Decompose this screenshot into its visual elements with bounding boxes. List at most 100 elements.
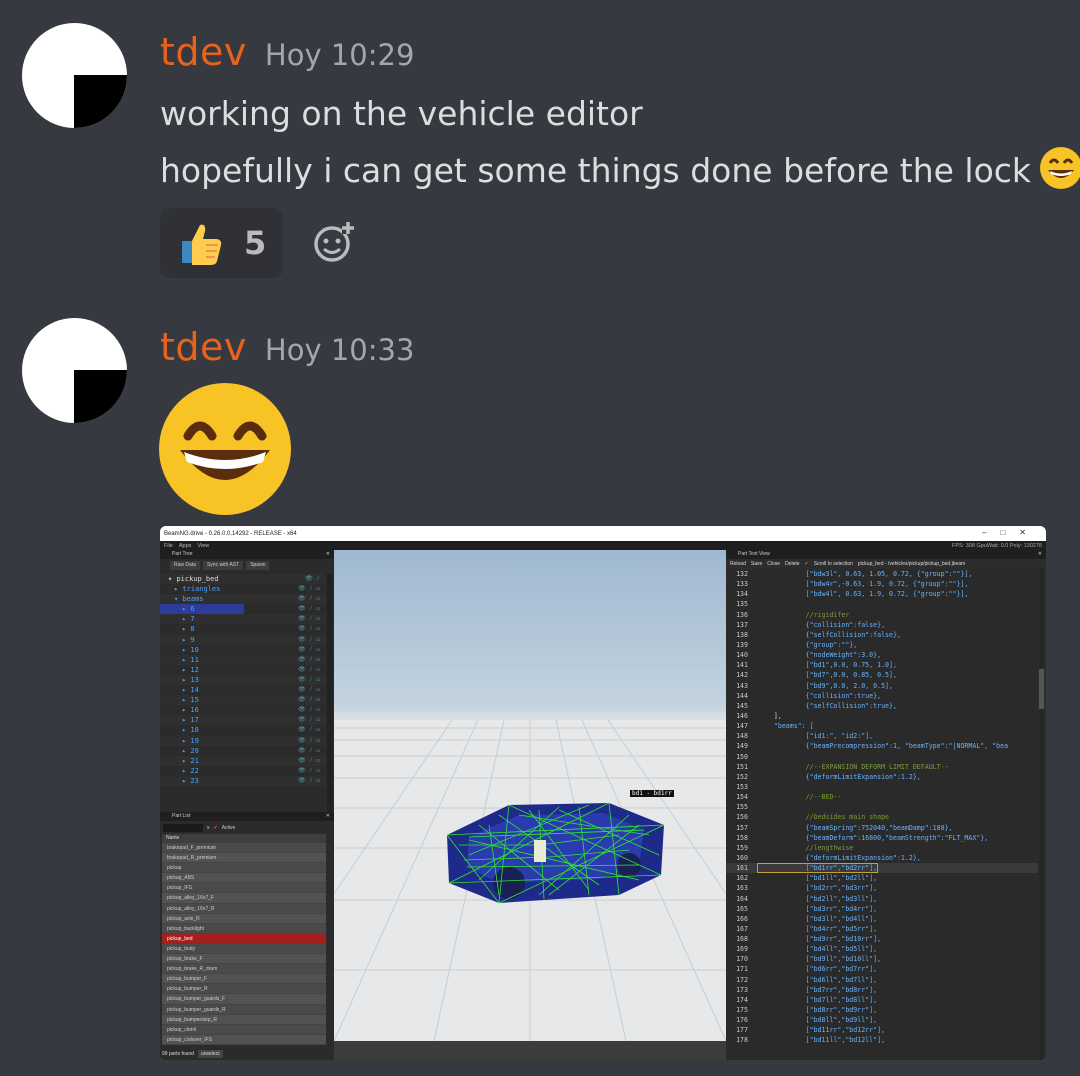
code-line[interactable]: 139 {"group":""}, [726,640,1038,650]
part-list-item[interactable]: pickup_bumper_guards_F [162,994,326,1005]
code-line[interactable]: 153 [726,782,1038,792]
visibility-icons[interactable]: 👁 ⁄ ▭ [298,624,320,634]
part-list-item[interactable]: pickup_axle_R [162,913,326,924]
scrollbar[interactable] [327,574,333,812]
code-line[interactable]: 154 //--BED-- [726,792,1038,802]
code-line[interactable]: 172 ["bd6ll","bd7ll"], [726,975,1038,985]
part-list-item[interactable]: pickup_bumper_R [162,984,326,995]
code-line[interactable]: 147 "beams": [ [726,721,1038,731]
visibility-icons[interactable]: 👁 ⁄ ▭ [298,766,320,776]
code-line[interactable]: 178 ["bd11ll","bd12ll"], [726,1035,1038,1045]
tree-item[interactable]: ▸ 15 👁 ⁄ ▭ [160,695,326,706]
add-reaction-icon[interactable] [312,220,356,264]
tree-item[interactable]: ▸ 13 👁 ⁄ ▭ [160,674,326,686]
tree-item[interactable]: ▸ 9 👁 ⁄ ▭ [160,634,326,645]
code-line[interactable]: 157 {"beamSpring":752040,"beamDamp":188}… [726,823,1038,833]
menu-file[interactable]: File [164,543,173,549]
tree-item[interactable]: ▸ triangles 👁 ⁄ ▭ [160,584,326,594]
code-line[interactable]: 171 ["bd6rr","bd7rr"], [726,964,1038,974]
reaction-thumbs-up[interactable]: 5 [160,208,283,278]
tree-item[interactable]: ▸ 14 👁 ⁄ ▭ [160,685,326,695]
visibility-icons[interactable]: 👁 ⁄ ▭ [298,776,320,786]
part-list-item[interactable]: pickup_bumper_guards_R [162,1004,326,1015]
part-list-item[interactable]: pickup_body [162,943,326,955]
part-list-item[interactable]: pickup_bumper_F [162,974,326,985]
tree-item[interactable]: ▸ 23 👁 ⁄ ▭ [160,775,326,786]
reload-button[interactable]: Reload [730,561,746,567]
search-input[interactable] [163,823,203,832]
tree-item[interactable]: ▸ 8 👁 ⁄ ▭ [160,624,326,634]
visibility-icons[interactable]: 👁 ⁄ ▭ [298,645,320,655]
attachment-image[interactable]: BeamNG.drive - 0.26.0.0.14292 - RELEASE … [160,526,1046,1060]
code-line[interactable]: 168 ["bd9rr","bd10rr"], [726,934,1038,944]
tab-spawn[interactable]: Spawn [246,561,270,570]
avatar[interactable] [22,318,127,423]
tree-item[interactable]: ▸ 10 👁 ⁄ ▭ [160,645,326,655]
visibility-icons[interactable]: 👁 ⁄ ▭ [298,655,320,665]
username[interactable]: tdev [160,325,247,369]
part-list-item[interactable]: brakepad_F_premium [162,843,326,854]
code-line[interactable]: 143 ["bd9",0.0, 2.0, 0.5], [726,681,1038,691]
code-line[interactable]: 175 ["bd8rr","bd9rr"], [726,1005,1038,1015]
part-list-item[interactable]: pickup_alley_16x7_R [162,903,326,914]
visibility-icons[interactable]: 👁 ⁄ ▭ [298,685,320,695]
code-line[interactable]: 155 [726,802,1038,812]
visibility-icons[interactable]: 👁 ⁄ ▭ [298,614,320,624]
part-list-item[interactable]: pickup_brake_R_drum [162,964,326,975]
visibility-icons[interactable]: 👁 ⁄ ▭ [298,604,320,614]
tree-item[interactable]: ▾ beams 👁 ⁄ ▭ [160,594,326,605]
code-line[interactable]: 174 ["bd7ll","bd8ll"], [726,995,1038,1005]
code-line[interactable]: 166 ["bd3ll","bd4ll"], [726,914,1038,924]
delete-button[interactable]: Delete [785,561,799,567]
scrollbar[interactable] [1039,569,1044,1060]
part-list-item[interactable]: pickup_bumperstep_R [162,1014,326,1025]
code-line[interactable]: 170 ["bd9ll","bd10ll"], [726,954,1038,964]
part-list-item[interactable]: pickup [162,863,326,874]
tab-raw-data[interactable]: Raw Data [170,561,200,570]
part-list-item[interactable]: brakepad_R_premium [162,853,326,864]
code-line[interactable]: 169 ["bd4ll","bd5ll"], [726,944,1038,954]
code-line[interactable]: 133 ["bdw4r",-0.63, 1.9, 0.72, {"group":… [726,579,1038,589]
code-line[interactable]: 156 //bedsides main shape [726,812,1038,822]
part-list-item[interactable]: pickup_IFS [162,883,326,894]
visibility-icons[interactable]: 👁 ⁄ [305,574,320,584]
code-line[interactable]: 163 ["bd2rr","bd3rr"], [726,883,1038,893]
avatar[interactable] [22,23,127,128]
code-line[interactable]: 152 {"deformLimitExpansion":1.2}, [726,772,1038,782]
code-line[interactable]: 161 ["bd1rr","bd2rr"], [726,863,1038,874]
tree-item[interactable]: ▸ 11 👁 ⁄ ▭ [160,654,326,665]
code-line[interactable]: 138 {"selfCollision":false}, [726,630,1038,640]
code-line[interactable]: 132 ["bdw3l", 0.63, 1.05, 0.72, {"group"… [726,569,1038,579]
close-icon[interactable]: ✕ [326,812,330,821]
tree-item[interactable]: ▸ 22 👁 ⁄ ▭ [160,766,326,776]
code-line[interactable]: 148 ["id1:", "id2:"], [726,731,1038,741]
scroll-thumb[interactable] [1039,669,1044,709]
code-line[interactable]: 164 ["bd2ll","bd3ll"], [726,894,1038,904]
code-line[interactable]: 134 ["bdw4l", 0.63, 1.9, 0.72, {"group":… [726,589,1038,599]
code-line[interactable]: 167 ["bd4rr","bd5rr"], [726,924,1038,934]
visibility-icons[interactable]: 👁 ⁄ ▭ [298,725,320,735]
part-list-item[interactable]: pickup_alley_16x7_F [162,893,326,904]
part-list-item[interactable]: pickup_bed [162,933,326,944]
code-line[interactable]: 144 {"collision":true}, [726,691,1038,701]
tree-item[interactable]: ▸ 20 👁 ⁄ ▭ [160,746,326,756]
code-line[interactable]: 151 //--EXPANSION DEFORM LIMIT DEFAULT-- [726,762,1038,772]
tree-item[interactable]: ▸ 7 👁 ⁄ ▭ [160,614,326,625]
code-line[interactable]: 145 {"selfCollision":true}, [726,701,1038,711]
part-list-item[interactable]: pickup_coilover_IFS [162,1034,326,1045]
tree-item[interactable]: ▸ 17 👁 ⁄ ▭ [160,715,326,726]
tree-item[interactable]: ▸ 19 👁 ⁄ ▭ [160,735,326,746]
part-list-item[interactable]: pickup_brake_F [162,954,326,965]
code-line[interactable]: 146 ], [726,711,1038,721]
visibility-icons[interactable]: 👁 ⁄ ▭ [298,635,320,645]
unselect-button[interactable]: unselect [197,1050,223,1058]
tree-item[interactable]: ▸ 16 👁 ⁄ ▭ [160,705,326,715]
code-line[interactable]: 177 ["bd11rr","bd12rr"], [726,1025,1038,1035]
column-header[interactable]: Name [162,834,326,843]
tab-sync-ast[interactable]: Sync with AST [202,561,244,570]
code-line[interactable]: 160 {"deformLimitExpansion":1.2}, [726,853,1038,863]
code-line[interactable]: 176 ["bd8ll","bd9ll"], [726,1015,1038,1025]
tree-item[interactable]: ▸ 18 👁 ⁄ ▭ [160,725,326,735]
visibility-icons[interactable]: 👁 ⁄ ▭ [298,665,320,675]
code-line[interactable]: 141 ["bd1",0.0, 0.75, 1.0], [726,660,1038,670]
